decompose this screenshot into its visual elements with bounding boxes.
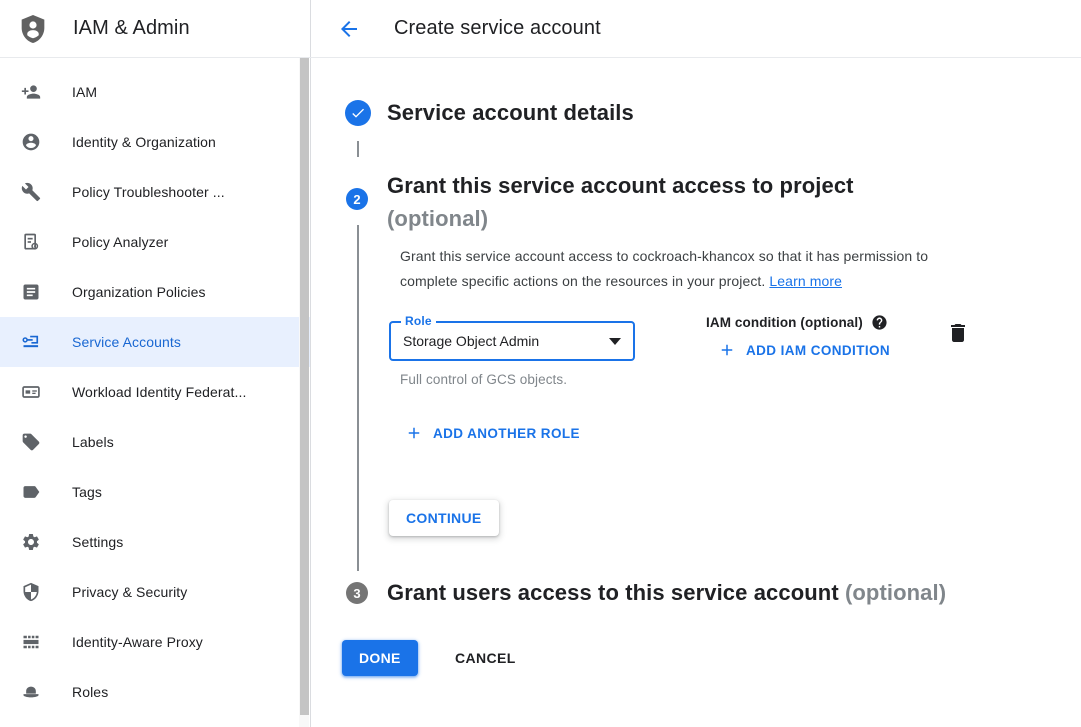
- plus-icon: [718, 341, 736, 359]
- plus-icon: [405, 424, 423, 442]
- tag-arrow-icon: [21, 482, 41, 502]
- step2-optional-label: (optional): [387, 206, 488, 231]
- sidebar-item-label: Settings: [72, 534, 123, 550]
- step-connector-line: [357, 141, 359, 157]
- policy-analyzer-icon: [21, 232, 41, 252]
- label-tag-icon: [21, 432, 41, 452]
- person-add-icon: [21, 82, 41, 102]
- sidebar-item-label: Identity & Organization: [72, 134, 216, 150]
- sidebar-item-settings[interactable]: Settings: [0, 517, 310, 567]
- add-iam-condition-button[interactable]: ADD IAM CONDITION: [718, 341, 890, 359]
- sidebar-item-organization-policies[interactable]: Organization Policies: [0, 267, 310, 317]
- learn-more-link[interactable]: Learn more: [769, 273, 842, 289]
- sidebar-item-privacy-security[interactable]: Privacy & Security: [0, 567, 310, 617]
- step2-description-text: Grant this service account access to coc…: [400, 248, 928, 289]
- step3-optional-label: (optional): [845, 580, 946, 605]
- back-arrow-icon[interactable]: [337, 17, 361, 41]
- service-account-key-icon: [21, 332, 41, 352]
- cancel-button[interactable]: CANCEL: [441, 640, 530, 676]
- sidebar-item-label: Tags: [72, 484, 102, 500]
- add-another-role-label: ADD ANOTHER ROLE: [433, 426, 580, 441]
- delete-role-trash-icon[interactable]: [945, 320, 971, 346]
- role-helper-text: Full control of GCS objects.: [400, 372, 567, 387]
- step3-title-text: Grant users access to this service accou…: [387, 580, 845, 605]
- sidebar-item-label: Identity-Aware Proxy: [72, 634, 203, 650]
- sidebar-item-labels[interactable]: Labels: [0, 417, 310, 467]
- sidebar-item-service-accounts[interactable]: Service Accounts: [0, 317, 310, 367]
- add-another-role-button[interactable]: ADD ANOTHER ROLE: [405, 424, 580, 442]
- page-title: Create service account: [394, 17, 601, 40]
- proxy-grid-icon: [21, 632, 41, 652]
- sidebar-item-label: Roles: [72, 684, 108, 700]
- help-icon[interactable]: [871, 314, 888, 331]
- sidebar-item-label: Service Accounts: [72, 334, 181, 350]
- add-iam-condition-label: ADD IAM CONDITION: [746, 343, 890, 358]
- sidebar-nav: IAM Identity & Organization Policy Troub…: [0, 58, 311, 727]
- sidebar-scrollbar[interactable]: [299, 58, 309, 727]
- sidebar-scrollbar-thumb[interactable]: [300, 58, 309, 715]
- iam-shield-logo-icon: [17, 10, 49, 48]
- sidebar-item-label: IAM: [72, 84, 97, 100]
- sidebar-item-label: Organization Policies: [72, 284, 206, 300]
- sidebar-item-identity-aware-proxy[interactable]: Identity-Aware Proxy: [0, 617, 310, 667]
- top-header: IAM & Admin Create service account: [0, 0, 1081, 58]
- iam-admin-console: IAM & Admin Create service account IAM I…: [0, 0, 1081, 727]
- sidebar-item-iam[interactable]: IAM: [0, 67, 310, 117]
- sidebar-item-label: Policy Troubleshooter ...: [72, 184, 225, 200]
- step2-title-text: Grant this service account access to pro…: [387, 173, 854, 198]
- done-button[interactable]: DONE: [342, 640, 418, 676]
- create-service-account-form: Service account details 2 Grant this ser…: [311, 58, 1081, 727]
- gear-icon: [21, 532, 41, 552]
- step3-title: Grant users access to this service accou…: [387, 580, 946, 606]
- sidebar-item-identity-organization[interactable]: Identity & Organization: [0, 117, 310, 167]
- sidebar-item-label: Workload Identity Federat...: [72, 384, 247, 400]
- role-selected-value: Storage Object Admin: [403, 333, 601, 349]
- continue-button[interactable]: CONTINUE: [389, 500, 499, 536]
- page-header: Create service account: [311, 0, 1081, 57]
- step3-number-badge: 3: [346, 582, 368, 604]
- step2-title: Grant this service account access to pro…: [387, 169, 1027, 235]
- sidebar-item-label: Policy Analyzer: [72, 234, 168, 250]
- product-title: IAM & Admin: [73, 17, 190, 40]
- id-card-icon: [21, 382, 41, 402]
- step3-number: 3: [353, 586, 360, 601]
- document-icon: [21, 282, 41, 302]
- sidebar-item-label: Labels: [72, 434, 114, 450]
- step2-number: 2: [353, 192, 360, 207]
- step1-title: Service account details: [387, 100, 634, 126]
- sidebar-item-roles[interactable]: Roles: [0, 667, 310, 717]
- role-field-label: Role: [401, 314, 436, 328]
- sidebar-item-workload-identity-federation[interactable]: Workload Identity Federat...: [0, 367, 310, 417]
- roles-hat-icon: [21, 682, 41, 702]
- sidebar-item-label: Privacy & Security: [72, 584, 187, 600]
- iam-condition-header: IAM condition (optional): [706, 314, 888, 331]
- sidebar-item-policy-troubleshooter[interactable]: Policy Troubleshooter ...: [0, 167, 310, 217]
- sidebar-item-policy-analyzer[interactable]: Policy Analyzer: [0, 217, 310, 267]
- sidebar-item-tags[interactable]: Tags: [0, 467, 310, 517]
- shield-half-icon: [21, 582, 41, 602]
- product-header: IAM & Admin: [0, 0, 311, 57]
- wrench-icon: [21, 182, 41, 202]
- step2-number-badge: 2: [346, 188, 368, 210]
- account-circle-icon: [21, 132, 41, 152]
- role-select[interactable]: Role Storage Object Admin: [389, 321, 635, 361]
- dropdown-arrow-icon: [609, 338, 621, 345]
- step1-complete-check-icon: [345, 100, 371, 126]
- iam-condition-label: IAM condition (optional): [706, 315, 863, 330]
- step-connector-line: [357, 225, 359, 571]
- step2-description: Grant this service account access to coc…: [400, 244, 984, 294]
